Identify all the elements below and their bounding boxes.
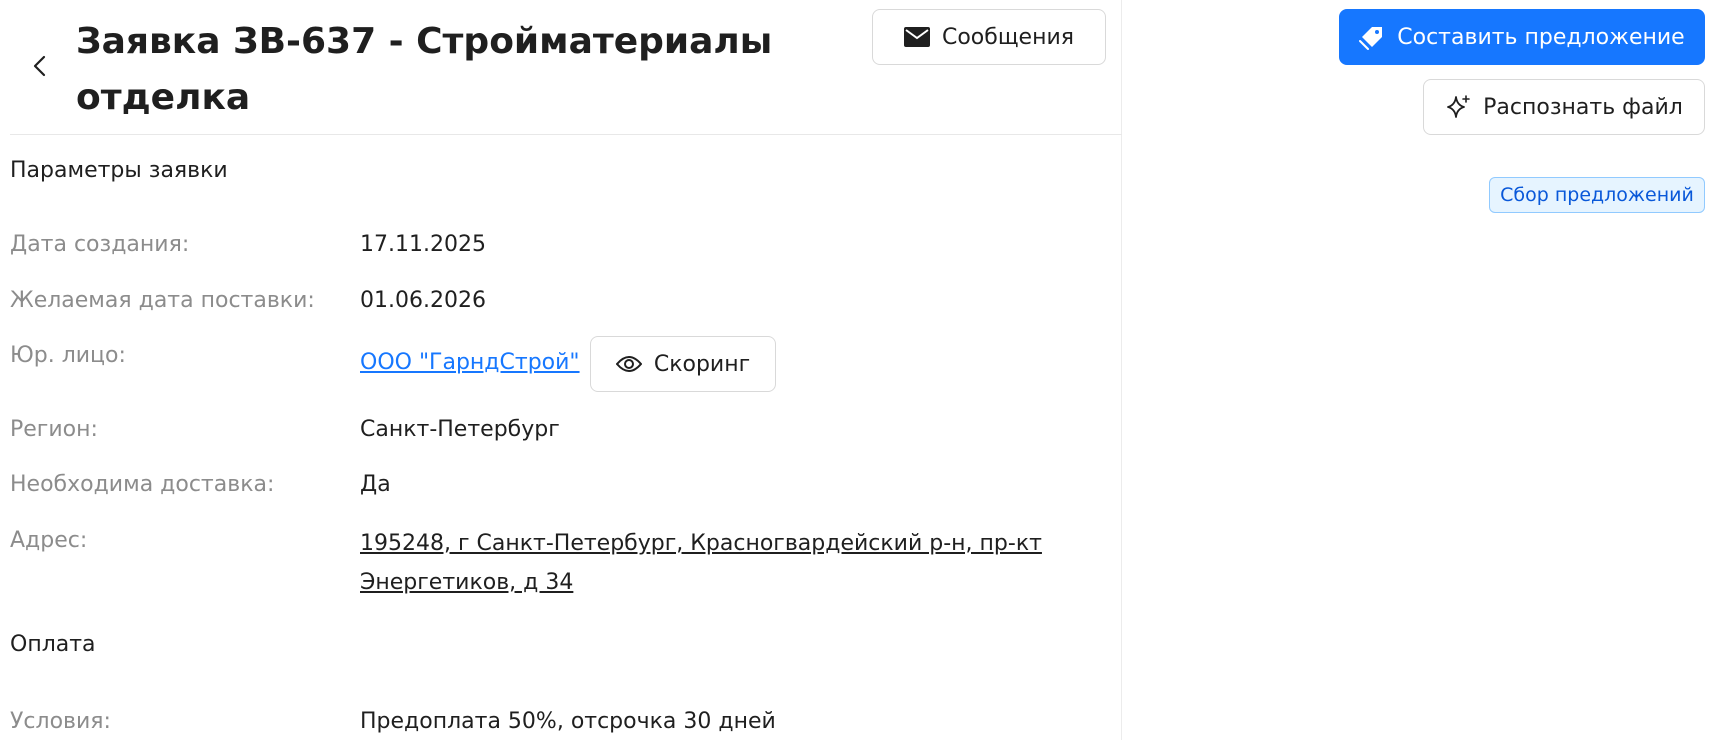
make-offer-button-label: Составить предложение	[1397, 24, 1685, 50]
delivery-needed-label: Необходима доставка:	[10, 472, 275, 497]
envelope-icon	[903, 27, 930, 47]
region-value: Санкт-Петербург	[360, 417, 560, 442]
section-title-parameters: Параметры заявки	[10, 158, 228, 183]
recognize-file-button-label: Распознать файл	[1483, 94, 1683, 120]
payment-terms-label: Условия:	[10, 709, 111, 734]
make-offer-button[interactable]: Составить предложение	[1339, 9, 1705, 65]
scoring-button-label: Скоринг	[653, 351, 751, 377]
payment-terms-value: Предоплата 50%, отсрочка 30 дней	[360, 709, 776, 734]
status-badge: Сбор предложений	[1489, 177, 1705, 213]
delivery-date-label: Желаемая дата поставки:	[10, 288, 315, 313]
scoring-button[interactable]: Скоринг	[590, 336, 776, 392]
sparkle-icon	[1445, 94, 1471, 120]
legal-entity-label: Юр. лицо:	[10, 343, 126, 368]
region-label: Регион:	[10, 417, 98, 442]
legal-entity-link[interactable]: ООО "ГарндСтрой"	[360, 350, 580, 375]
request-details-pane: Заявка ЗВ-637 - Стройматериалы отделка П…	[0, 0, 1122, 740]
delivery-date-value: 01.06.2026	[360, 288, 486, 313]
address-link[interactable]: 195248, г Санкт-Петербург, Красногвардей…	[360, 524, 1060, 602]
delivery-needed-value: Да	[360, 472, 391, 497]
messages-button-label: Сообщения	[941, 24, 1075, 50]
messages-button[interactable]: Сообщения	[872, 9, 1106, 65]
chevron-left-icon	[30, 54, 50, 78]
address-label: Адрес:	[10, 528, 88, 553]
page-title: Заявка ЗВ-637 - Стройматериалы отделка	[76, 21, 773, 118]
back-button[interactable]	[24, 50, 56, 82]
tag-icon	[1359, 24, 1385, 50]
created-date-value: 17.11.2025	[360, 232, 486, 257]
eye-icon	[615, 355, 642, 373]
recognize-file-button[interactable]: Распознать файл	[1423, 79, 1705, 135]
created-date-label: Дата создания:	[10, 232, 190, 257]
section-title-payment: Оплата	[10, 632, 96, 657]
